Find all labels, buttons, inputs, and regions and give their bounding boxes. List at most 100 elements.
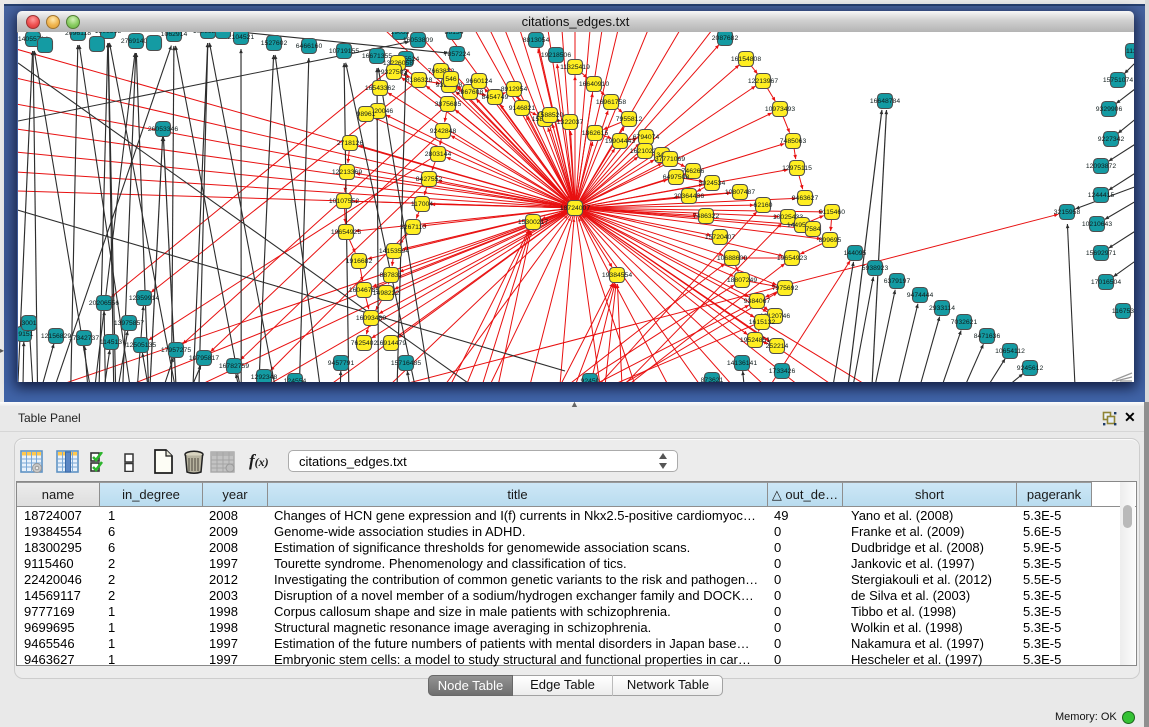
svg-text:16671355: 16671355 — [362, 53, 392, 60]
svg-text:15720407: 15720407 — [705, 234, 735, 241]
svg-text:10210643: 10210643 — [1082, 221, 1112, 228]
svg-text:17016504: 17016504 — [1091, 279, 1121, 286]
svg-text:887831: 887831 — [380, 272, 403, 279]
svg-text:62160: 62160 — [754, 202, 773, 209]
svg-text:8427552: 8427552 — [416, 176, 443, 183]
svg-text:12359914: 12359914 — [129, 295, 159, 302]
svg-text:11325419: 11325419 — [560, 64, 590, 71]
svg-text:10107552: 10107552 — [329, 198, 359, 205]
svg-text:3875685: 3875685 — [435, 101, 462, 108]
svg-text:15716485: 15716485 — [391, 360, 421, 367]
svg-text:7584: 7584 — [805, 226, 820, 233]
svg-text:6379197: 6379197 — [884, 278, 911, 285]
svg-text:6794074: 6794074 — [633, 134, 660, 141]
svg-text:10973493: 10973493 — [765, 106, 795, 113]
svg-text:1244415: 1244415 — [1088, 192, 1115, 199]
svg-text:2104521: 2104521 — [228, 34, 255, 41]
svg-text:9384067: 9384067 — [744, 298, 771, 305]
svg-text:26053346: 26053346 — [148, 126, 178, 133]
svg-text:20364436: 20364436 — [674, 193, 704, 200]
svg-text:19654923: 19654923 — [777, 255, 807, 262]
svg-text:1292348: 1292348 — [251, 374, 278, 381]
svg-text:19384554: 19384554 — [602, 272, 632, 279]
svg-text:10807487: 10807487 — [725, 189, 755, 196]
svg-text:9227342: 9227342 — [1098, 136, 1125, 143]
svg-text:16053809: 16053809 — [403, 37, 433, 44]
svg-text:546: 546 — [445, 76, 457, 83]
svg-text:2933114: 2933114 — [929, 305, 955, 312]
svg-text:7975692: 7975692 — [772, 285, 799, 292]
svg-text:117004: 117004 — [411, 201, 433, 208]
svg-text:1895313: 1895313 — [95, 32, 122, 35]
svg-text:7032621: 7032621 — [951, 319, 978, 326]
svg-text:9242848: 9242848 — [430, 128, 457, 135]
svg-text:1527602: 1527602 — [261, 40, 288, 47]
svg-text:2087682: 2087682 — [712, 35, 739, 42]
svg-text:8186328: 8186328 — [406, 77, 433, 84]
svg-text:12156829: 12156829 — [41, 333, 71, 340]
svg-text:16154808: 16154808 — [731, 56, 761, 63]
svg-text:17342737: 17342737 — [69, 335, 99, 342]
svg-text:92450: 92450 — [581, 378, 600, 382]
svg-text:2096118: 2096118 — [65, 32, 91, 37]
svg-text:19218506: 19218506 — [541, 52, 571, 59]
svg-text:12975115: 12975115 — [782, 165, 812, 172]
svg-text:3024534: 3024534 — [699, 180, 726, 187]
svg-text:7485063: 7485063 — [780, 138, 807, 145]
svg-text:873621: 873621 — [701, 377, 724, 382]
svg-text:9245612: 9245612 — [1017, 365, 1044, 372]
svg-text:7955812: 7955812 — [616, 116, 643, 123]
svg-text:3267110: 3267110 — [400, 224, 426, 231]
svg-text:20206556: 20206556 — [89, 300, 119, 307]
svg-text:19904443: 19904443 — [605, 138, 635, 145]
svg-text:16093489: 16093489 — [356, 315, 386, 322]
svg-text:8471636: 8471636 — [974, 333, 1001, 340]
svg-text:16961758: 16961758 — [596, 99, 626, 106]
svg-text:9660124: 9660124 — [466, 78, 493, 85]
svg-text:1916682: 1916682 — [346, 258, 373, 265]
svg-text:14136141: 14136141 — [727, 360, 757, 367]
svg-text:10719155: 10719155 — [329, 48, 359, 55]
svg-text:6466160: 6466160 — [296, 43, 323, 50]
svg-text:12213967: 12213967 — [748, 78, 778, 85]
svg-text:9146821: 9146821 — [509, 105, 536, 112]
svg-text:2867608: 2867608 — [457, 89, 484, 96]
svg-text:1588520: 1588520 — [537, 112, 564, 119]
svg-text:15751074: 15751074 — [1103, 77, 1133, 84]
svg-text:12505135: 12505135 — [126, 342, 156, 349]
svg-text:116753: 116753 — [1112, 308, 1134, 315]
svg-text:9115460: 9115460 — [819, 209, 845, 216]
svg-text:899695: 899695 — [819, 237, 842, 244]
svg-text:6497508: 6497508 — [663, 174, 690, 181]
svg-text:12213369: 12213369 — [332, 169, 362, 176]
svg-text:252214: 252214 — [766, 343, 789, 350]
svg-text:1733426: 1733426 — [769, 368, 796, 375]
svg-text:1498222: 1498222 — [373, 290, 400, 297]
svg-text:9463627: 9463627 — [792, 195, 819, 202]
svg-text:19654925: 19654925 — [331, 229, 361, 236]
svg-text:8813054: 8813054 — [523, 37, 550, 44]
svg-text:3001: 3001 — [21, 320, 36, 327]
svg-text:124554: 124554 — [284, 378, 307, 382]
svg-text:114513: 114513 — [100, 339, 122, 346]
svg-text:7857224: 7857224 — [444, 51, 471, 58]
svg-text:1615132: 1615132 — [749, 319, 776, 326]
svg-text:16914479: 16914479 — [376, 340, 406, 347]
svg-text:16782759: 16782759 — [219, 363, 249, 370]
svg-text:9327503: 9327503 — [381, 69, 408, 76]
svg-text:1322037: 1322037 — [557, 119, 584, 126]
svg-text:18807249: 18807249 — [727, 277, 757, 284]
svg-text:16648784: 16648784 — [870, 98, 900, 105]
svg-text:10688609: 10688609 — [717, 255, 747, 262]
svg-text:144095: 144095 — [844, 250, 867, 257]
svg-text:39151: 39151 — [18, 331, 34, 338]
svg-text:8454749: 8454749 — [482, 94, 509, 101]
svg-text:1362615: 1362615 — [582, 130, 609, 137]
svg-text:37771069: 37771069 — [655, 156, 685, 163]
svg-text:3215958: 3215958 — [1054, 209, 1081, 216]
svg-text:2803144: 2803144 — [425, 151, 452, 158]
svg-text:18724007: 18724007 — [560, 205, 590, 212]
svg-text:7486322: 7486322 — [693, 213, 720, 220]
svg-text:2718126: 2718126 — [337, 140, 364, 147]
svg-text:88134: 88134 — [445, 32, 464, 36]
